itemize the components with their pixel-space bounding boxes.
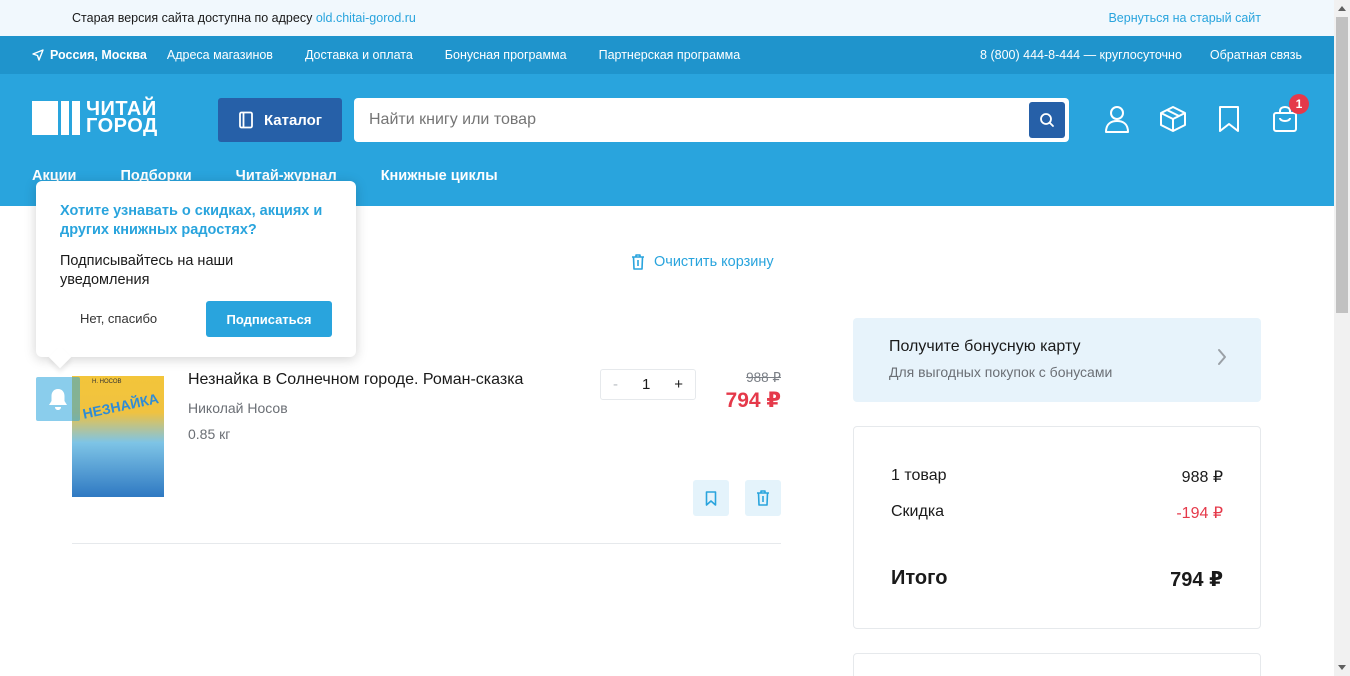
site-logo[interactable]: ЧИТАЙ ГОРОД: [32, 99, 158, 137]
search-button[interactable]: [1029, 102, 1065, 138]
book-icon: [239, 111, 253, 129]
catalog-label: Каталог: [263, 111, 323, 129]
summary-items-row: 1 товар 988 ₽: [891, 467, 1223, 487]
support-phone[interactable]: 8 (800) 444-8-444 — круглосуточно: [980, 48, 1182, 62]
book-author: Николай Носов: [188, 400, 288, 416]
bonus-subtitle: Для выгодных покупок с бонусами: [889, 364, 1113, 380]
summary-total-value: 794 ₽: [1170, 569, 1223, 591]
logo-line-2: ГОРОД: [86, 115, 158, 137]
logo-mark-icon: [32, 101, 80, 135]
search-input[interactable]: [369, 111, 1009, 129]
page: Старая версия сайта доступна по адресу o…: [0, 0, 1334, 676]
subnav-book-series[interactable]: Книжные циклы: [381, 168, 498, 184]
service-link-delivery[interactable]: Доставка и оплата: [305, 48, 413, 62]
subscribe-button[interactable]: Подписаться: [206, 301, 332, 337]
service-link-bonus[interactable]: Бонусная программа: [445, 48, 567, 62]
old-site-notice: Старая версия сайта доступна по адресу o…: [0, 0, 1334, 36]
box-icon: [1160, 106, 1186, 132]
clear-cart-label: Очистить корзину: [654, 254, 774, 270]
old-site-link[interactable]: old.chitai-gorod.ru: [316, 11, 416, 25]
subscribe-popup: Хотите узнавать о скидках, акциях и друг…: [36, 181, 356, 357]
back-to-old-site-link[interactable]: Вернуться на старый сайт: [1108, 11, 1261, 25]
order-summary: 1 товар 988 ₽ Скидка -194 ₽ Итого 794 ₽: [853, 426, 1261, 629]
clear-cart-button[interactable]: Очистить корзину: [631, 254, 774, 270]
quantity-decrease-button[interactable]: -: [613, 376, 618, 393]
summary-total-row: Итого 794 ₽: [891, 567, 1223, 592]
location-selector[interactable]: Россия, Москва: [32, 48, 147, 62]
bonus-card-banner[interactable]: Получите бонусную карту Для выгодных пок…: [853, 318, 1261, 402]
trash-icon: [632, 254, 644, 270]
book-cover-image[interactable]: Н. НОСОВ НЕЗНАЙКА: [72, 376, 164, 497]
book-weight: 0.85 кг: [188, 426, 231, 442]
summary-discount-row: Скидка -194 ₽: [891, 503, 1223, 523]
book-title[interactable]: Незнайка в Солнечном городе. Роман-сказк…: [188, 371, 523, 389]
orders-button[interactable]: [1158, 104, 1188, 134]
popup-heading: Хотите узнавать о скидках, акциях и друг…: [60, 203, 323, 238]
summary-total-label: Итого: [891, 567, 948, 589]
feedback-link[interactable]: Обратная связь: [1210, 48, 1302, 62]
bookmark-icon: [1219, 106, 1239, 132]
catalog-button[interactable]: Каталог: [218, 98, 342, 142]
scroll-up-arrow-icon[interactable]: [1338, 6, 1346, 11]
quantity-stepper: - 1 +: [600, 369, 696, 400]
vertical-scrollbar[interactable]: [1334, 0, 1350, 676]
remove-item-button[interactable]: [745, 480, 781, 516]
user-icon: [1105, 106, 1129, 133]
old-site-text: Старая версия сайта доступна по адресу o…: [72, 11, 416, 25]
bonus-title: Получите бонусную карту: [889, 338, 1081, 355]
service-link-stores[interactable]: Адреса магазинов: [167, 48, 273, 62]
chevron-right-icon: [1218, 349, 1226, 365]
trash-icon: [757, 490, 769, 506]
scroll-down-arrow-icon[interactable]: [1338, 665, 1346, 670]
bookmark-icon: [705, 490, 717, 506]
summary-items-label: 1 товар: [891, 467, 947, 484]
search-bar: [354, 98, 1069, 142]
location-label: Россия, Москва: [50, 48, 147, 62]
summary-items-value: 988 ₽: [1181, 469, 1223, 486]
service-link-partners[interactable]: Партнерская программа: [599, 48, 741, 62]
service-bar: Россия, Москва Адреса магазинов Доставка…: [0, 36, 1334, 74]
quantity-value[interactable]: 1: [642, 376, 650, 393]
scrollbar-thumb[interactable]: [1336, 17, 1348, 313]
current-price: 794 ₽: [725, 389, 781, 412]
next-panel: [853, 653, 1261, 676]
summary-discount-value: -194 ₽: [1176, 505, 1223, 522]
quantity-increase-button[interactable]: +: [674, 376, 683, 393]
bell-icon: [49, 389, 67, 410]
profile-button[interactable]: [1102, 104, 1132, 134]
popup-text: Подписывайтесь на наши уведомления: [60, 253, 234, 288]
add-to-bookmarks-button[interactable]: [693, 480, 729, 516]
notifications-bell-button[interactable]: [36, 377, 80, 421]
cart-count-badge: 1: [1289, 94, 1309, 114]
cover-title: НЕЗНАЙКА: [81, 390, 160, 422]
location-arrow-icon: [32, 49, 44, 61]
old-price: 988 ₽: [746, 370, 781, 385]
bookmarks-button[interactable]: [1214, 104, 1244, 134]
cover-author: Н. НОСОВ: [92, 379, 122, 385]
search-icon: [1040, 113, 1054, 127]
decline-button[interactable]: Нет, спасибо: [80, 311, 157, 326]
item-divider: [72, 543, 781, 544]
summary-discount-label: Скидка: [891, 503, 945, 520]
